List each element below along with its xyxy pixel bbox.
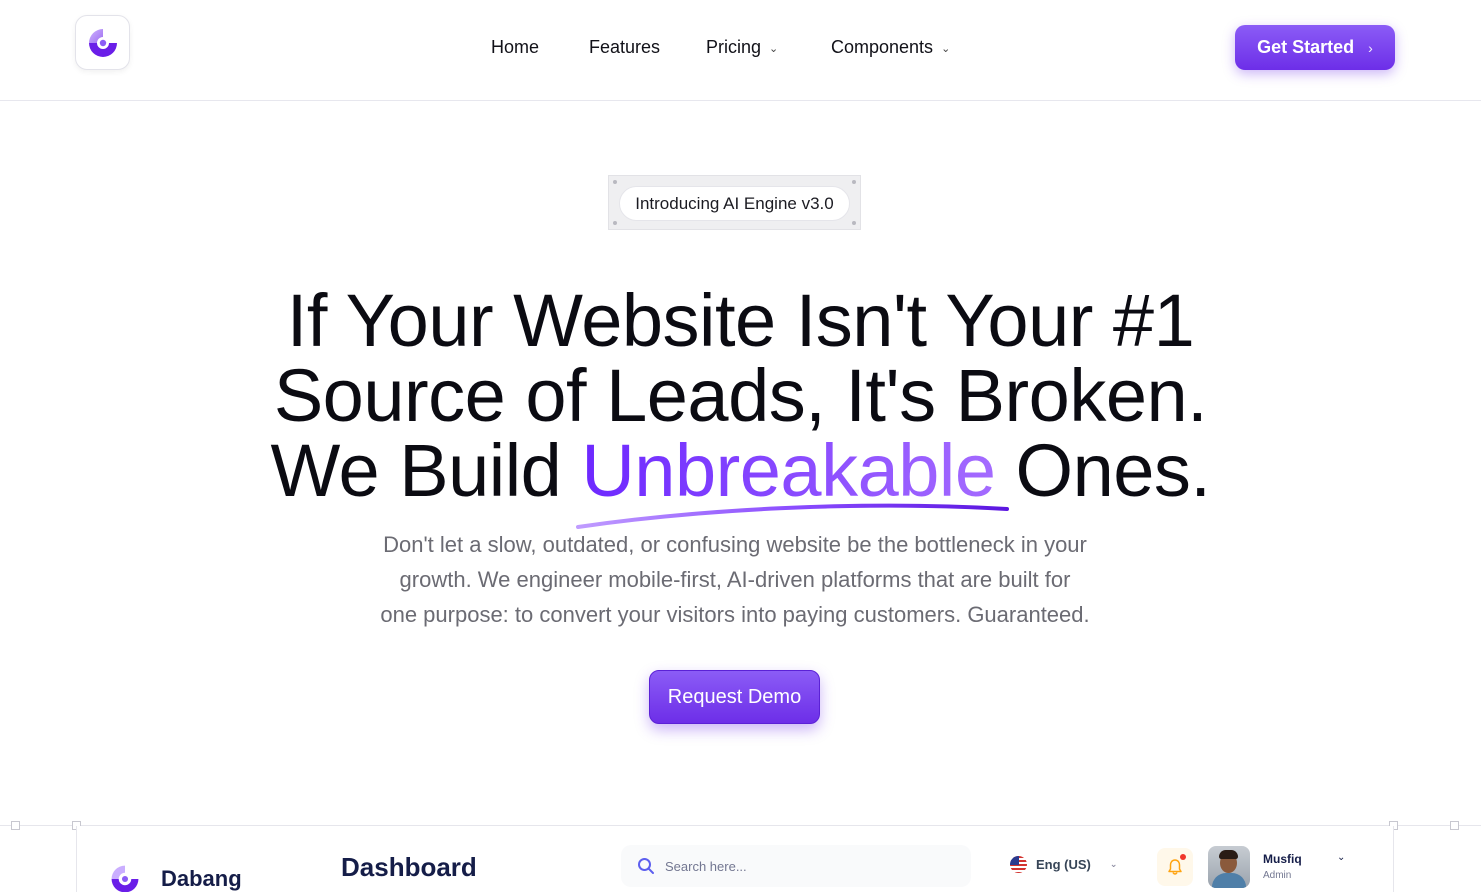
request-demo-button[interactable]: Request Demo bbox=[649, 670, 820, 724]
dashboard-search-input[interactable] bbox=[665, 858, 945, 874]
frame-corner-dot bbox=[613, 221, 617, 225]
hero-title-line1: If Your Website Isn't Your #1 bbox=[286, 279, 1195, 362]
chevron-down-icon: ⌄ bbox=[1109, 859, 1118, 869]
user-role: Admin bbox=[1263, 870, 1292, 881]
frame-handle bbox=[11, 821, 20, 830]
get-started-label: Get Started bbox=[1257, 37, 1355, 57]
announcement-badge-frame: Introducing AI Engine v3.0 bbox=[608, 175, 861, 230]
avatar[interactable] bbox=[1208, 846, 1250, 888]
nav-home[interactable]: Home bbox=[491, 37, 539, 58]
search-icon bbox=[638, 858, 654, 874]
avatar-body bbox=[1212, 873, 1246, 888]
language-selector[interactable]: Eng (US) ⌄ bbox=[1010, 856, 1117, 873]
announcement-badge-text: Introducing AI Engine v3.0 bbox=[635, 193, 834, 213]
frame-corner-dot bbox=[852, 180, 856, 184]
nav-home-label: Home bbox=[491, 37, 540, 57]
site-header: Home Features Pricing ⌄ Components ⌄ Get… bbox=[0, 0, 1481, 101]
chevron-right-icon: › bbox=[1368, 39, 1373, 56]
chevron-down-icon: ⌄ bbox=[941, 43, 951, 55]
hero-subtitle: Don't let a slow, outdated, or confusing… bbox=[360, 527, 1110, 632]
frame-corner-dot bbox=[852, 221, 856, 225]
dashboard-title: Dashboard bbox=[341, 852, 477, 882]
request-demo-label: Request Demo bbox=[667, 685, 802, 708]
hero-title-line2: Source of Leads, It's Broken. bbox=[273, 354, 1208, 437]
get-started-button[interactable]: Get Started › bbox=[1235, 25, 1395, 70]
nav-features[interactable]: Features bbox=[589, 37, 660, 58]
chevron-down-icon[interactable]: ⌄ bbox=[1337, 852, 1345, 863]
dashboard-brand: Dabang bbox=[161, 866, 242, 891]
language-label: Eng (US) bbox=[1036, 857, 1091, 872]
avatar-hair bbox=[1219, 850, 1238, 859]
dashboard-logo-icon bbox=[111, 865, 139, 892]
nav-pricing[interactable]: Pricing ⌄ bbox=[706, 37, 778, 58]
notification-dot bbox=[1180, 854, 1186, 860]
user-name: Musfiq bbox=[1263, 852, 1302, 866]
frame-corner-dot bbox=[613, 180, 617, 184]
nav-components[interactable]: Components ⌄ bbox=[831, 37, 950, 58]
announcement-badge[interactable]: Introducing AI Engine v3.0 bbox=[619, 186, 850, 221]
nav-features-label: Features bbox=[589, 37, 661, 57]
nav-components-label: Components bbox=[831, 37, 934, 57]
chevron-down-icon: ⌄ bbox=[769, 43, 779, 55]
hero-subtitle-line3: one purpose: to convert your visitors in… bbox=[380, 602, 1090, 627]
hero-subtitle-line2: growth. We engineer mobile-first, AI-dri… bbox=[399, 567, 1071, 592]
frame-handle bbox=[1450, 821, 1459, 830]
dashboard-search[interactable] bbox=[621, 845, 971, 887]
hero-subtitle-line1: Don't let a slow, outdated, or confusing… bbox=[383, 532, 1087, 557]
nav-pricing-label: Pricing bbox=[706, 37, 762, 57]
bell-icon bbox=[1168, 859, 1182, 875]
hero-title: If Your Website Isn't Your #1 Source of … bbox=[0, 283, 1481, 508]
notification-button[interactable] bbox=[1157, 848, 1193, 886]
us-flag-icon bbox=[1010, 856, 1027, 873]
hero-title-line3-prefix: We Build bbox=[270, 429, 582, 512]
hero-title-line3-suffix: Ones. bbox=[995, 429, 1211, 512]
